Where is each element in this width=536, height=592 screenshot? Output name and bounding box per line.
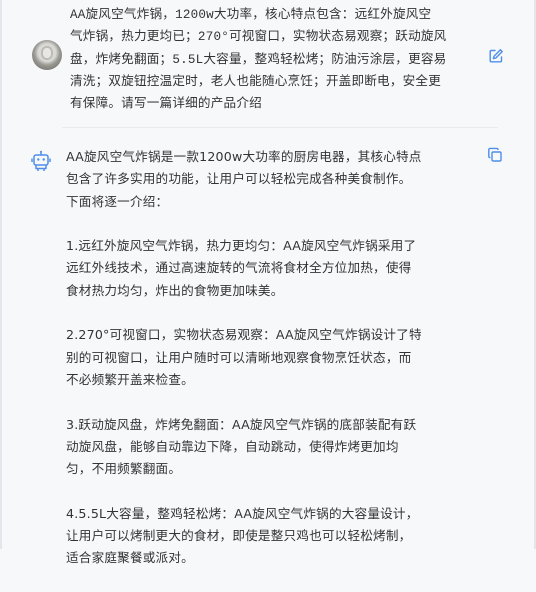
robot-icon	[30, 150, 52, 172]
user-message: AA旋风空气炸锅，1200w大功率，核心特点包含：远红外旋风空 气炸锅，热力更均…	[0, 0, 536, 118]
assistant-paragraph: 3.跃动旋风盘，炸烤免翻面：AA旋风空气炸锅的底部装配有跃 动旋风盘，能够自动靠…	[66, 416, 417, 477]
user-avatar	[32, 40, 62, 70]
assistant-paragraph: 2.270°可视窗口，实物状态易观察：AA旋风空气炸锅设计了特 别的可视窗口，让…	[66, 327, 422, 387]
user-message-text: AA旋风空气炸锅，1200w大功率，核心特点包含：远红外旋风空 气炸锅，热力更均…	[70, 8, 447, 112]
chat-page: AA旋风空气炸锅，1200w大功率，核心特点包含：远红外旋风空 气炸锅，热力更均…	[0, 0, 536, 565]
assistant-paragraph: 4.5.5L大容量，整鸡轻松烤：AA旋风空气炸锅的大容量设计， 让用户可以烤制更…	[66, 505, 419, 566]
copy-icon[interactable]	[487, 147, 503, 163]
message-divider	[62, 127, 498, 128]
assistant-message-text: AA旋风空气炸锅是一款1200w大功率的厨房电器，其核心特点 包含了许多实用的功…	[66, 146, 478, 592]
assistant-paragraph: 1.远红外旋风空气炸锅，热力更均匀：AA旋风空气炸锅采用了 远红外线技术，通过高…	[66, 238, 417, 298]
assistant-paragraph: AA旋风空气炸锅是一款1200w大功率的厨房电器，其核心特点 包含了许多实用的功…	[66, 149, 422, 209]
edit-icon[interactable]	[488, 48, 504, 64]
